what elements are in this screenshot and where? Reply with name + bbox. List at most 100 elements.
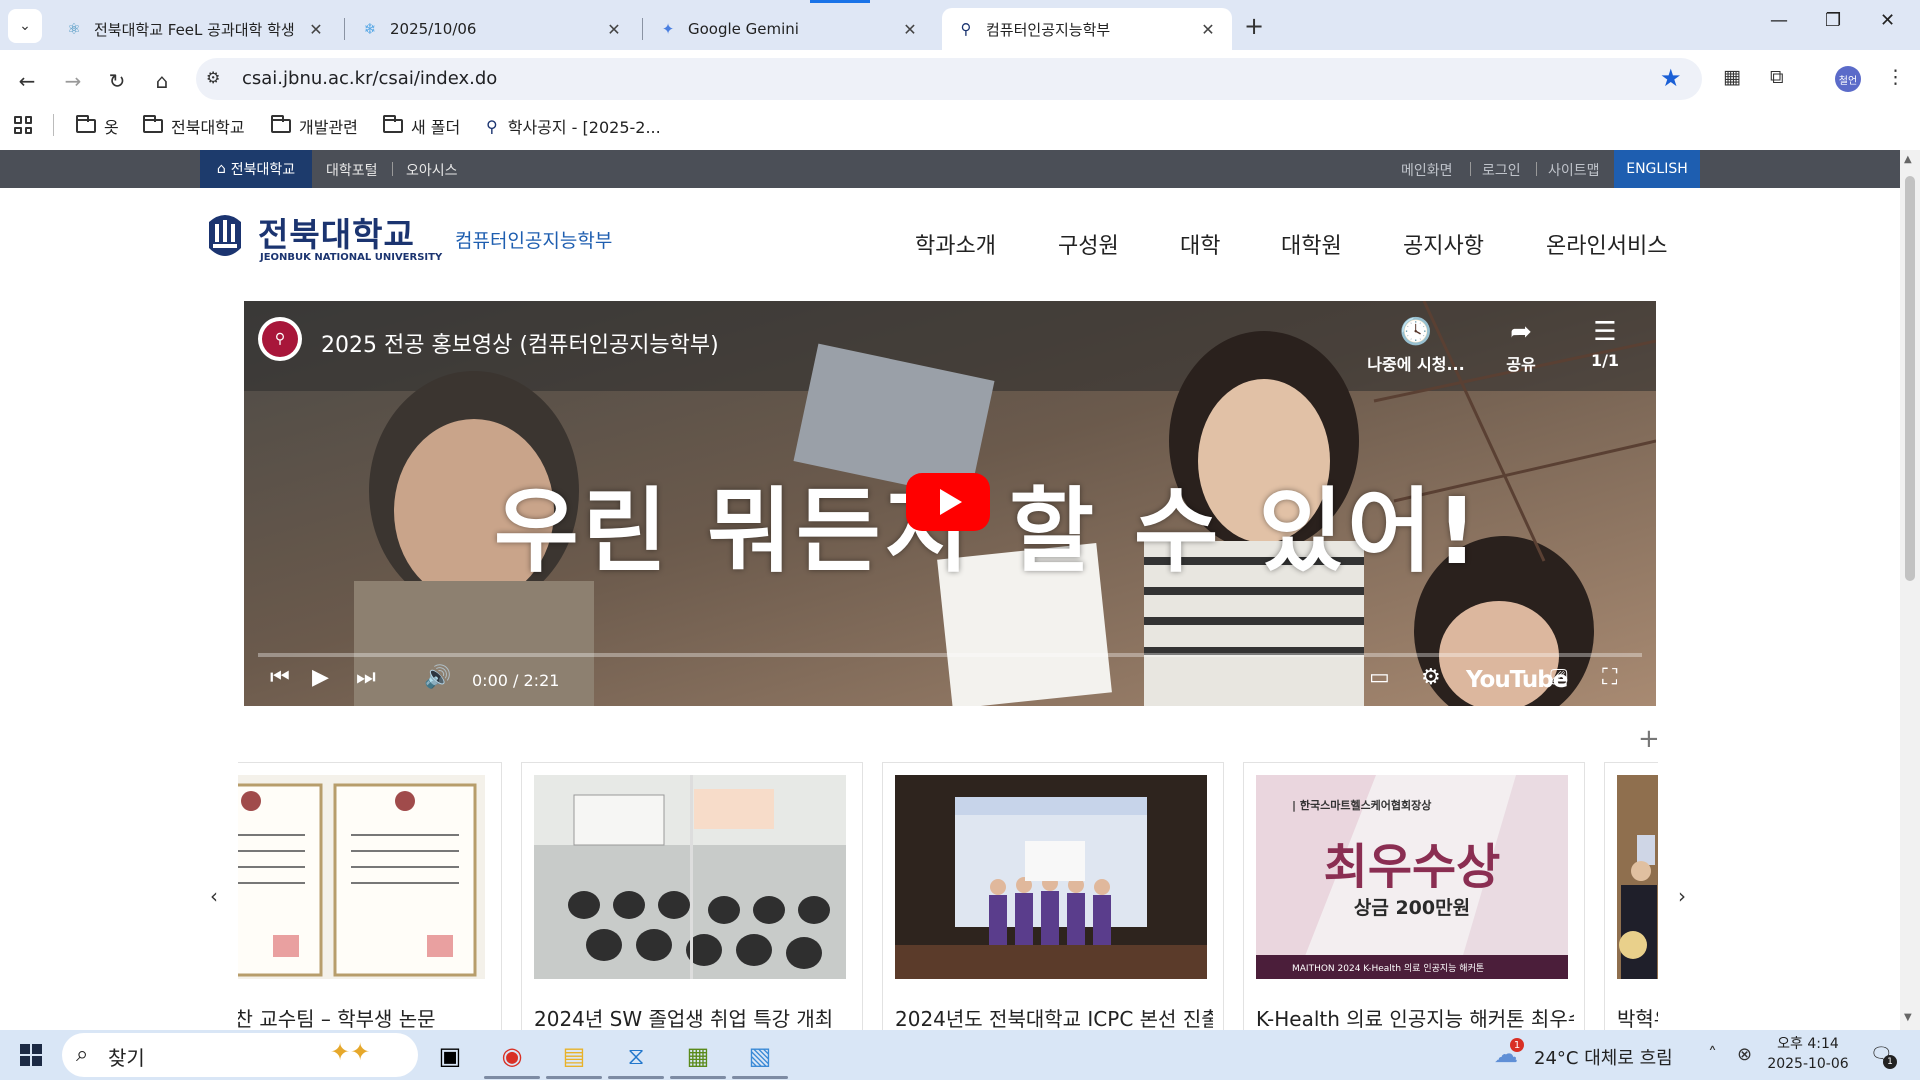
address-url[interactable]: csai.jbnu.ac.kr/csai/index.do bbox=[242, 68, 497, 89]
card-thumbnail bbox=[534, 775, 846, 979]
video-title[interactable]: 2025 전공 홍보영상 (컴퓨터인공지능학부) bbox=[321, 327, 719, 359]
award-prize: 상금 200만원 bbox=[1353, 897, 1471, 919]
youtube-player[interactable]: ⚲ 2025 전공 홍보영상 (컴퓨터인공지능학부) 🕓 나중에 시청... ➦… bbox=[244, 301, 1656, 706]
apps-grid-icon[interactable] bbox=[14, 116, 32, 134]
chrome-icon[interactable]: ◉ bbox=[490, 1036, 534, 1076]
bookmark-link[interactable]: ⚲ 학사공지 - [2025-2... bbox=[486, 114, 661, 138]
bookmark-folder[interactable]: 전북대학교 bbox=[143, 114, 245, 138]
progress-bar[interactable] bbox=[258, 653, 1642, 657]
watch-later-button[interactable]: 🕓 나중에 시청... bbox=[1361, 317, 1471, 375]
task-view-icon[interactable]: ▣ bbox=[428, 1036, 472, 1076]
close-icon[interactable]: ✕ bbox=[1198, 20, 1218, 39]
tab-separator bbox=[642, 18, 643, 40]
bookmark-label: 전북대학교 bbox=[171, 118, 245, 137]
news-carousel: 민·박현찬 교수팀 – 학부생 논문 2024년 SW 졸업생 bbox=[238, 750, 1658, 1030]
news-card[interactable]: 민·박현찬 교수팀 – 학부생 논문 bbox=[238, 762, 502, 1030]
bookmark-label: 옷 bbox=[104, 118, 119, 137]
tab-date[interactable]: ❄ 2025/10/06 ✕ bbox=[346, 8, 638, 50]
carousel-prev-arrow[interactable]: ‹ bbox=[210, 884, 218, 908]
previous-icon[interactable]: ⏮ bbox=[270, 665, 290, 690]
bookmark-separator bbox=[53, 114, 54, 136]
avatar[interactable]: 철언 bbox=[1835, 66, 1861, 92]
card-thumbnail bbox=[238, 775, 485, 979]
scroll-up-icon[interactable]: ▲ bbox=[1904, 154, 1912, 165]
back-button[interactable]: ← bbox=[12, 66, 42, 96]
tab-search-button[interactable]: ⌄ bbox=[8, 9, 42, 43]
qr-code-icon[interactable]: ▦ bbox=[1723, 66, 1741, 88]
volume-icon[interactable]: 🔊 bbox=[424, 665, 451, 690]
sitemap-link[interactable]: 사이트맵 bbox=[1548, 160, 1600, 180]
next-icon[interactable]: ⏭ bbox=[356, 665, 376, 690]
playlist-button[interactable]: ☰ 1/1 bbox=[1550, 317, 1656, 370]
subtitles-icon[interactable]: ▭ bbox=[1369, 665, 1390, 690]
home-button[interactable]: ⌂ bbox=[147, 66, 177, 96]
play-icon[interactable]: ▶ bbox=[312, 665, 329, 690]
play-button[interactable] bbox=[906, 473, 990, 531]
jbnu-logo-icon[interactable] bbox=[205, 208, 245, 264]
window-close-icon[interactable]: ✕ bbox=[1880, 10, 1895, 31]
card-thumbnail bbox=[1617, 775, 1658, 979]
department-name[interactable]: 컴퓨터인공지능학부 bbox=[455, 226, 612, 253]
windows-start-icon[interactable] bbox=[20, 1044, 42, 1066]
news-card[interactable]: 박혁우· bbox=[1604, 762, 1658, 1030]
nav-undergrad[interactable]: 대학 bbox=[1180, 228, 1220, 260]
nav-notice[interactable]: 공지사항 bbox=[1403, 228, 1484, 260]
folder-icon bbox=[383, 115, 403, 133]
weather-text[interactable]: 24°C 대체로 흐림 bbox=[1534, 1044, 1673, 1070]
news-card[interactable]: | 한국스마트헬스케어협회장상 최우수상 상금 200만원 MAITHON 20… bbox=[1243, 762, 1585, 1030]
minimize-icon[interactable]: — bbox=[1770, 10, 1788, 31]
tab-feel[interactable]: ⚛ 전북대학교 FeeL 공과대학 학생 ✕ bbox=[50, 8, 340, 50]
nav-graduate[interactable]: 대학원 bbox=[1281, 228, 1342, 260]
photos-app-icon[interactable]: ▧ bbox=[738, 1036, 782, 1076]
logo-english: JEONBUK NATIONAL UNIVERSITY bbox=[260, 252, 443, 263]
bookmark-folder[interactable]: 개발관련 bbox=[271, 114, 358, 138]
nav-members[interactable]: 구성원 bbox=[1058, 228, 1119, 260]
nav-online-service[interactable]: 온라인서비스 bbox=[1546, 228, 1667, 260]
oasis-link[interactable]: 오아시스 bbox=[406, 160, 458, 180]
search-label: 찾기 bbox=[108, 1046, 145, 1070]
forward-button[interactable]: → bbox=[58, 66, 88, 96]
award-headline: 최우수상 bbox=[1323, 839, 1501, 895]
copilot-sparkle-icon[interactable]: ✦✦ bbox=[330, 1038, 370, 1066]
system-clock[interactable]: 오후 4:14 2025-10-06 bbox=[1764, 1034, 1852, 1074]
reload-button[interactable]: ↻ bbox=[102, 66, 132, 96]
channel-avatar[interactable]: ⚲ bbox=[258, 317, 302, 361]
bookmark-folder[interactable]: 새 폴더 bbox=[383, 114, 460, 138]
close-icon[interactable]: ✕ bbox=[306, 20, 326, 39]
tab-gemini[interactable]: ✦ Google Gemini ✕ bbox=[644, 8, 934, 50]
restore-icon[interactable]: ❐ bbox=[1825, 10, 1841, 31]
fullscreen-icon[interactable]: ⛶ bbox=[1602, 665, 1617, 690]
active-app-indicator bbox=[732, 1076, 788, 1079]
tab-csai[interactable]: ⚲ 컴퓨터인공지능학부 ✕ bbox=[942, 8, 1232, 50]
jbnu-home-link[interactable]: ⌂ 전북대학교 bbox=[200, 150, 312, 188]
site-info-icon[interactable]: ⚙ bbox=[206, 68, 220, 87]
logo-korean[interactable]: 전북대학교 bbox=[258, 208, 415, 256]
cast-icon[interactable]: ⎚ bbox=[1550, 665, 1568, 690]
network-off-icon[interactable]: ⊗ bbox=[1737, 1044, 1752, 1065]
tab-title: 2025/10/06 bbox=[390, 20, 477, 38]
scroll-down-icon[interactable]: ▼ bbox=[1904, 1012, 1912, 1023]
react-icon: ⚛ bbox=[67, 20, 81, 38]
terminal-app-icon[interactable]: ▦ bbox=[676, 1036, 720, 1076]
nav-about[interactable]: 학과소개 bbox=[915, 228, 996, 260]
main-page-link[interactable]: 메인화면 bbox=[1401, 160, 1453, 180]
scrollbar-thumb[interactable] bbox=[1905, 176, 1915, 581]
news-card[interactable]: 2024년도 전북대학교 ICPC 본선 진출 bbox=[882, 762, 1224, 1030]
new-tab-button[interactable]: + bbox=[1244, 12, 1264, 40]
close-icon[interactable]: ✕ bbox=[900, 20, 920, 39]
close-icon[interactable]: ✕ bbox=[604, 20, 624, 39]
menu-kebab-icon[interactable]: ⋮ bbox=[1886, 66, 1905, 88]
settings-gear-icon[interactable]: ⚙ bbox=[1421, 665, 1441, 690]
portal-link[interactable]: 대학포털 bbox=[326, 160, 378, 180]
vscode-icon[interactable]: ⧖ bbox=[614, 1036, 658, 1076]
english-button[interactable]: ENGLISH bbox=[1614, 150, 1700, 188]
tab-title: 컴퓨터인공지능학부 bbox=[986, 20, 1111, 39]
file-explorer-icon[interactable]: ▤ bbox=[552, 1036, 596, 1076]
extensions-icon[interactable]: ⧉ bbox=[1770, 66, 1784, 88]
login-link[interactable]: 로그인 bbox=[1482, 160, 1521, 180]
bookmark-folder[interactable]: 옷 bbox=[76, 114, 119, 138]
chevron-up-icon[interactable]: ˄ bbox=[1708, 1044, 1717, 1065]
news-card[interactable]: 2024년 SW 졸업생 취업 특강 개최 bbox=[521, 762, 863, 1030]
bookmark-star-icon[interactable]: ★ bbox=[1660, 64, 1682, 92]
carousel-next-arrow[interactable]: › bbox=[1678, 884, 1686, 908]
